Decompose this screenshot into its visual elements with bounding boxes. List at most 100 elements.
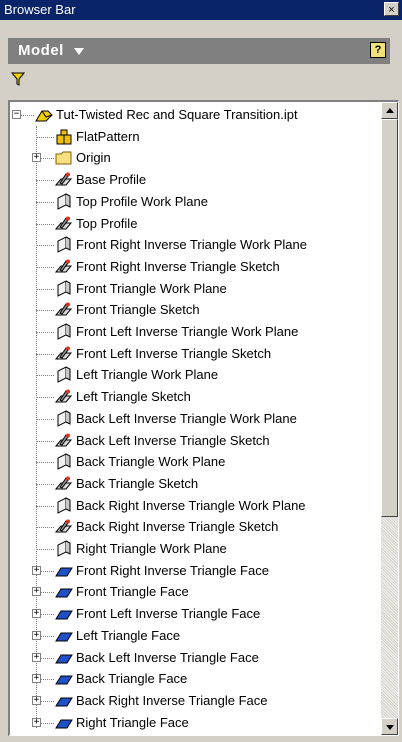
workplane-icon (54, 323, 74, 341)
filter-icon[interactable] (10, 72, 26, 91)
tree-item-label: Left Triangle Face (76, 627, 181, 643)
expand-button[interactable]: + (32, 153, 41, 163)
tree-item-label: Front Triangle Face (76, 584, 189, 600)
face-icon (54, 714, 74, 732)
tree-item-label: Back Right Inverse Triangle Work Plane (76, 497, 306, 513)
tree-item-label: Back Left Inverse Triangle Face (76, 649, 259, 665)
scroll-thumb[interactable] (381, 119, 398, 517)
workplane-icon (54, 192, 74, 211)
face-icon (54, 670, 74, 688)
expand-button[interactable]: + (32, 565, 41, 575)
tree-item-label: Left Triangle Work Plane (76, 367, 219, 383)
tree-connector-line (36, 223, 54, 225)
flatpattern-icon (54, 128, 74, 146)
tree-item-label: Top Profile (76, 215, 138, 231)
model-browser-tree[interactable]: − Tut-Twisted Rec and Square Transition.i… (8, 100, 399, 736)
tree-item-label: Back Left Inverse Triangle Sketch (76, 432, 270, 448)
face-icon (54, 627, 74, 645)
help-icon[interactable]: ? (370, 42, 386, 58)
expand-button[interactable]: + (32, 630, 41, 640)
scroll-down-button[interactable] (381, 718, 398, 735)
collapse-button[interactable]: − (12, 110, 21, 119)
folder-icon (54, 149, 74, 167)
arrow-up-icon (386, 108, 394, 113)
sketch-icon (54, 171, 74, 189)
sketch-icon (54, 258, 74, 276)
expand-button[interactable]: + (32, 717, 41, 727)
title-bar: Browser Bar × (0, 0, 402, 20)
face-icon (54, 562, 74, 580)
model-dropdown-label[interactable]: Model (18, 42, 64, 59)
part-icon (34, 106, 54, 124)
sketch-icon (54, 432, 74, 450)
tree-item-label: Front Right Inverse Triangle Face (76, 562, 269, 578)
tree-item-label: FlatPattern (76, 128, 140, 144)
tree-connector-line (36, 375, 54, 377)
tree-connector-line (36, 418, 54, 420)
tree-item-label: Front Right Inverse Triangle Work Plane (76, 237, 307, 253)
tree-item-label: Top Profile Work Plane (76, 193, 208, 209)
face-icon (54, 692, 74, 710)
tree-item-label: Back Triangle Sketch (76, 475, 199, 491)
expand-button[interactable]: + (32, 587, 41, 597)
tree-connector-line (36, 266, 54, 268)
face-icon (54, 649, 74, 667)
expand-button[interactable]: + (32, 674, 41, 684)
tree-connector-line (36, 505, 54, 507)
chevron-down-icon[interactable] (74, 48, 84, 55)
tree-item-label: Front Left Inverse Triangle Sketch (76, 345, 272, 361)
sketch-icon (54, 215, 74, 233)
tree-connector-line (36, 440, 54, 442)
tree-connector-line (36, 397, 54, 399)
expand-button[interactable]: + (32, 652, 41, 662)
tree-connector-line (36, 201, 54, 203)
vertical-scrollbar[interactable] (381, 102, 398, 735)
tree-item-label: Base Profile (76, 172, 147, 188)
close-button[interactable]: × (384, 2, 399, 16)
tree-item-label: Left Triangle Sketch (76, 389, 191, 405)
workplane-icon (54, 279, 74, 298)
tree-connector-line (36, 180, 54, 182)
tree-item-label: Back Left Inverse Triangle Work Plane (76, 410, 297, 426)
tree-connector-line (36, 288, 54, 290)
expand-button[interactable]: + (32, 609, 41, 619)
tree-connector-line (36, 353, 54, 355)
tree-connector-line (36, 332, 54, 333)
tree-connector-line (36, 136, 54, 138)
workplane-icon (54, 540, 74, 558)
window-title: Browser Bar (4, 2, 76, 17)
tree-item-label: Front Triangle Sketch (76, 302, 200, 318)
sketch-icon (54, 388, 74, 406)
sketch-icon (54, 301, 74, 319)
sketch-icon (54, 475, 74, 493)
tree-connector-line (36, 310, 54, 312)
tree-item-label: Tut-Twisted Rec and Square Transition.ip… (56, 107, 298, 122)
tree-item-label: Back Right Inverse Triangle Sketch (76, 519, 279, 535)
tree-item-label: Back Right Inverse Triangle Face (76, 692, 268, 708)
expand-button[interactable]: + (32, 695, 41, 705)
workplane-icon (54, 366, 74, 384)
tree-item-label: Origin (76, 150, 111, 166)
workplane-icon (54, 496, 74, 515)
tree-item-label: Back Triangle Work Plane (76, 454, 226, 470)
sketch-icon (54, 345, 74, 363)
tree-item-label: Front Left Inverse Triangle Work Plane (76, 324, 299, 339)
tree-connector-line (36, 483, 54, 485)
tree-item-label: Right Triangle Face (76, 714, 189, 730)
face-icon (54, 583, 74, 601)
tree-connector-line (36, 245, 54, 247)
workplane-icon (54, 453, 74, 471)
workplane-icon (54, 236, 74, 254)
scroll-up-button[interactable] (381, 102, 398, 119)
tree-connector-line (36, 527, 54, 529)
model-toolbar: Model ? (8, 38, 390, 64)
arrow-down-icon (386, 725, 394, 730)
tree-item-label: Front Triangle Work Plane (76, 280, 227, 296)
tree-item-label: Front Right Inverse Triangle Sketch (76, 258, 280, 274)
workplane-icon (54, 409, 74, 428)
tree-connector-line (36, 549, 54, 550)
tree-item-label: Front Left Inverse Triangle Face (76, 606, 261, 622)
face-icon (54, 605, 74, 623)
tree-item-label: Right Triangle Work Plane (76, 541, 227, 556)
tree-item-label: Back Triangle Face (76, 671, 188, 687)
